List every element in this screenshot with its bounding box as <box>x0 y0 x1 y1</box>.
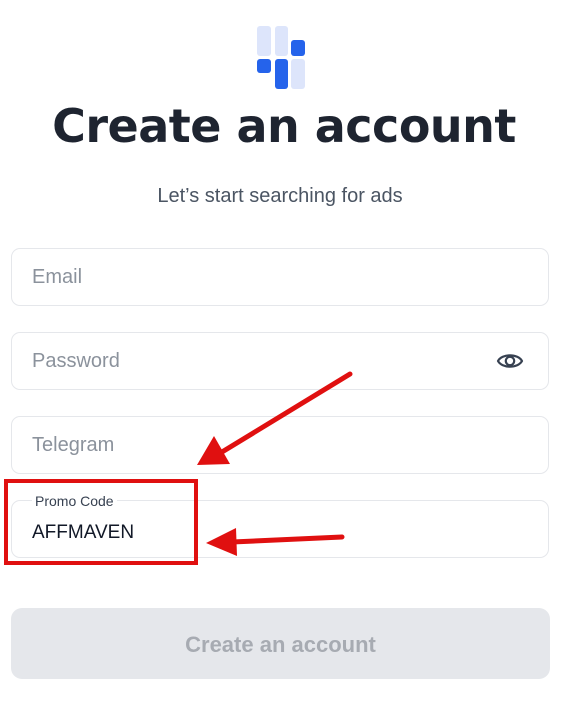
create-account-button[interactable]: Create an account <box>11 608 550 679</box>
promo-code-input[interactable] <box>32 513 492 553</box>
eye-icon[interactable] <box>496 349 524 373</box>
promo-code-field-container: Promo Code <box>11 492 549 558</box>
email-field-container <box>11 248 549 306</box>
password-field-container <box>11 332 549 390</box>
telegram-field-container <box>11 416 549 474</box>
bars-logo-icon <box>256 26 306 90</box>
page-title: Create an account <box>52 99 516 153</box>
page-subtitle: Let’s start searching for ads <box>157 185 403 207</box>
password-input[interactable] <box>32 333 492 389</box>
promo-code-label: Promo Code <box>32 492 117 510</box>
email-input[interactable] <box>32 249 492 305</box>
telegram-input[interactable] <box>32 417 492 473</box>
